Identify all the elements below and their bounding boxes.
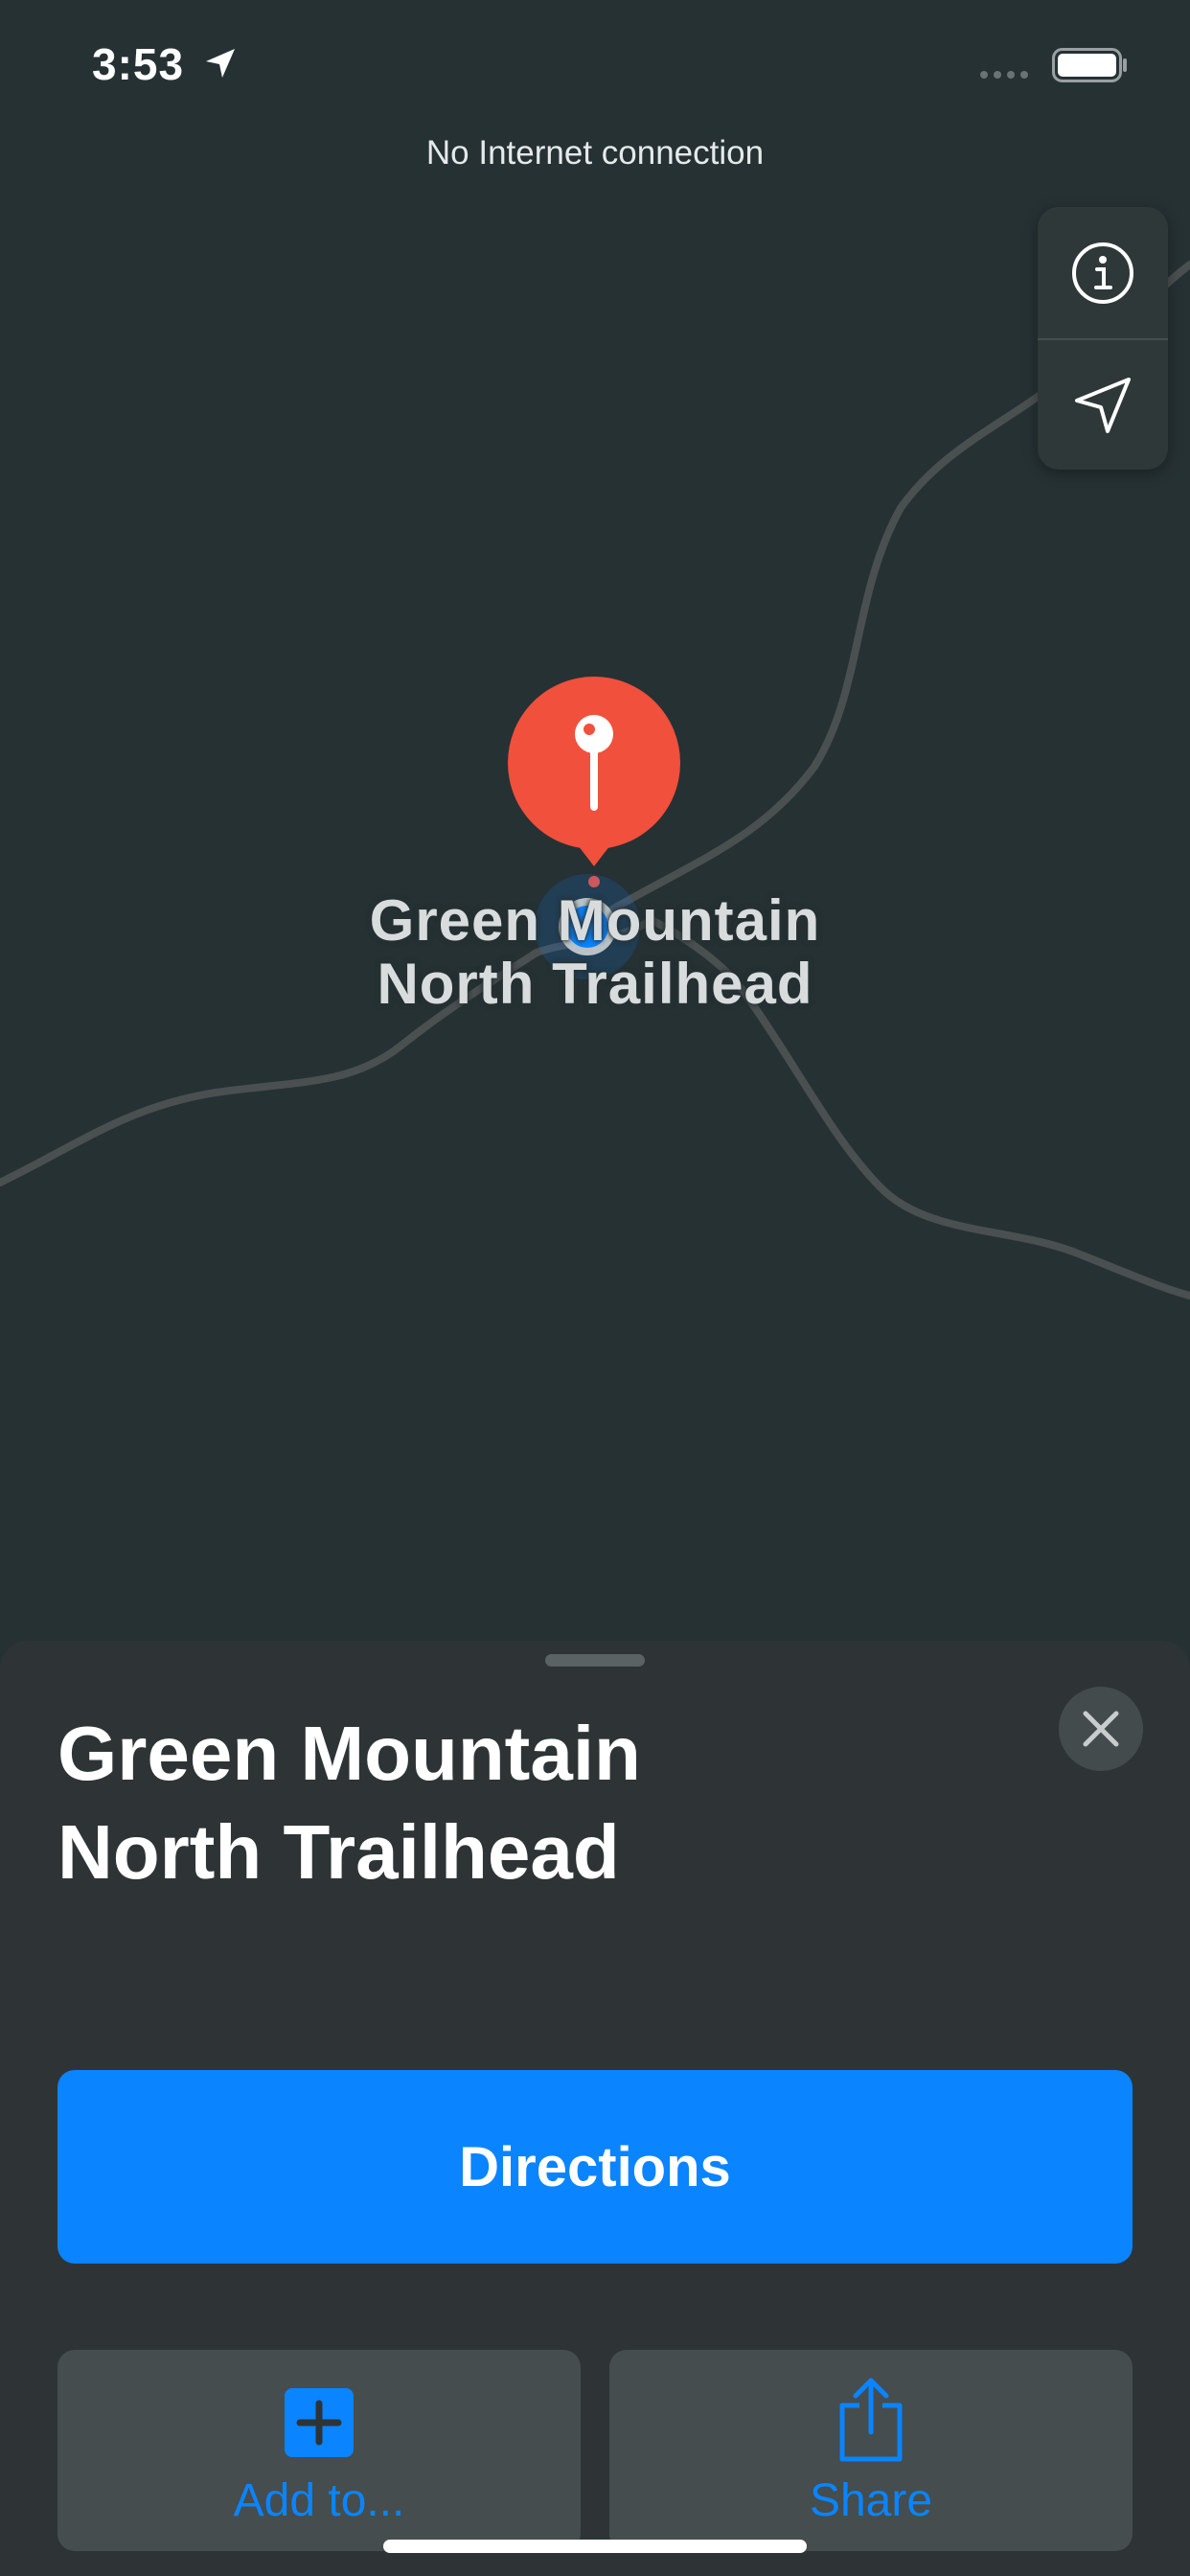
map-view[interactable]: 3:53 No Internet connection Green Mounta… [0, 0, 1190, 1687]
map-pin-label: Green Mountain North Trailhead [308, 889, 882, 1016]
place-title: Green Mountain North Trailhead [57, 1711, 641, 1895]
place-card-sheet: Green Mountain North Trailhead Direction… [0, 1641, 1190, 2576]
close-button[interactable] [1059, 1687, 1143, 1771]
battery-icon [1052, 48, 1127, 82]
track-location-button[interactable] [1038, 338, 1168, 470]
status-time: 3:53 [92, 39, 185, 89]
map-info-button[interactable] [1038, 207, 1168, 338]
navigation-arrow-icon [1075, 377, 1131, 433]
sheet-grabber[interactable] [545, 1654, 645, 1667]
cellular-signal-icon [980, 71, 1028, 79]
location-arrow-icon [206, 49, 235, 78]
close-icon [1083, 1711, 1119, 1747]
add-to-label: Add to... [233, 2475, 405, 2526]
add-to-button[interactable]: Add to... [57, 2350, 581, 2551]
map-pin-label-text: Green Mountain North Trailhead [369, 888, 821, 1016]
home-indicator[interactable] [383, 2540, 807, 2553]
offline-banner: No Internet connection [425, 134, 765, 172]
share-label: Share [809, 2475, 933, 2526]
info-icon [1072, 242, 1133, 304]
share-icon [839, 2378, 903, 2462]
map-pin-icon[interactable] [505, 677, 683, 887]
directions-button[interactable]: Directions [57, 2070, 1133, 2264]
plus-square-icon [285, 2388, 354, 2457]
share-button[interactable]: Share [609, 2350, 1133, 2551]
map-controls [1038, 207, 1168, 470]
